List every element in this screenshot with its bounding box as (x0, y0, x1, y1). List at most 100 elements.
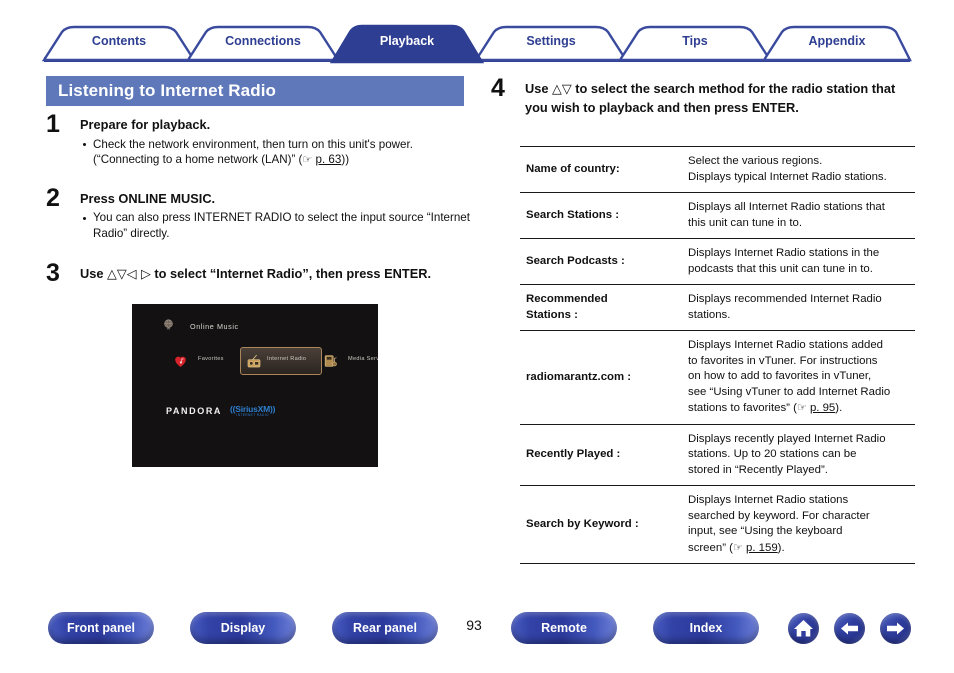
pointing-hand-icon: ☞ (302, 153, 313, 166)
step-4-heading: Use △▽ to select the search method for t… (525, 80, 903, 116)
page-number: 93 (466, 617, 482, 633)
media-server-icon (324, 355, 337, 367)
step-3-heading-a: Use (80, 266, 108, 281)
display-button[interactable]: Display (190, 612, 296, 644)
method-key-line: Stations : (526, 308, 578, 321)
method-key: Recommended Stations : (520, 284, 678, 331)
radio-icon (247, 354, 261, 368)
step-3-number: 3 (46, 259, 60, 287)
table-row: Recently Played : Displays recently play… (520, 423, 915, 486)
method-key: Recently Played : (520, 423, 678, 486)
tab-playback[interactable]: Playback (380, 34, 434, 48)
tab-settings[interactable]: Settings (526, 34, 575, 48)
table-row: radiomarantz.com : Displays Internet Rad… (520, 330, 915, 425)
step-2: 2 Press ONLINE MUSIC. You can also press… (40, 184, 470, 242)
step-3: 3 Use △▽◁ ▷ to select “Internet Radio”, … (40, 259, 470, 287)
siriusxm-logo[interactable]: ((SiriusXM)) INTERNET RADIO (230, 404, 275, 417)
desc-line: to favorites in vTuner. For instructions (688, 354, 878, 367)
desc-line: input, see “Using the keyboard (688, 525, 843, 537)
left-column: 1 Prepare for playback. Check the networ… (40, 110, 470, 298)
table-row: Search by Keyword : Displays Internet Ra… (520, 485, 915, 564)
step-4-number: 4 (491, 74, 505, 102)
method-key: Search Stations : (520, 192, 678, 239)
osd-item-media-server[interactable]: Media Server (318, 348, 378, 374)
remote-button[interactable]: Remote (511, 612, 617, 644)
osd-item-label: Internet Radio (267, 356, 307, 362)
index-button[interactable]: Index (653, 612, 759, 644)
method-key: Search Podcasts : (520, 238, 678, 285)
tab-appendix[interactable]: Appendix (809, 34, 866, 48)
desc-line: see “Using vTuner to add Internet Radio (688, 385, 891, 398)
desc-line: Displays all Internet Radio stations tha… (688, 201, 885, 213)
step-4-heading-b: to select the search method for the radi… (525, 81, 896, 115)
step-3-heading-b: to select “Internet Radio”, then press E… (150, 266, 432, 281)
method-desc: Displays recently played Internet Radio … (678, 423, 915, 486)
step-3-heading: Use △▽◁ ▷ to select “Internet Radio”, th… (80, 265, 470, 284)
osd-item-internet-radio[interactable]: Internet Radio (240, 347, 322, 375)
home-button[interactable] (788, 613, 819, 644)
right-column: 4 Use △▽ to select the search method for… (485, 74, 925, 564)
dpad-arrows-icon: △▽◁ ▷ (107, 267, 151, 282)
updown-arrows-icon: △▽ (552, 82, 572, 97)
desc-line: Select the various regions. (688, 155, 823, 167)
desc-line: Displays recommended Internet Radio (688, 293, 882, 305)
home-icon (794, 620, 813, 637)
tab-bar-shapes (41, 24, 912, 64)
forward-button[interactable] (880, 613, 911, 644)
step-1-heading: Prepare for playback. (80, 117, 211, 132)
desc-line: Displays typical Internet Radio stations… (688, 170, 887, 183)
siriusxm-tagline: INTERNET RADIO (236, 413, 269, 417)
method-desc: Displays all Internet Radio stations tha… (678, 192, 915, 239)
desc-line: podcasts that this unit can tune in to. (688, 262, 873, 275)
top-tab-bar: Contents Connections Playback Settings T… (0, 0, 954, 66)
method-key: radiomarantz.com : (520, 330, 678, 425)
step-2-heading: Press ONLINE MUSIC. (80, 190, 216, 206)
method-desc: Select the various regions. Displays typ… (678, 146, 915, 193)
page-ref-post: )) (341, 153, 350, 166)
table-row: Recommended Stations : Displays recommen… (520, 284, 915, 331)
page-ref-post: ). (777, 541, 785, 554)
bullet-text: You can also press INTERNET RADIO to sel… (93, 211, 470, 240)
method-key-line: Recommended (526, 293, 608, 305)
desc-line-with-ref: stations to favorites” (☞ p. 95). (688, 400, 911, 417)
arrow-right-icon (887, 622, 904, 635)
rear-panel-button[interactable]: Rear panel (332, 612, 438, 644)
table-row: Search Podcasts : Displays Internet Radi… (520, 238, 915, 285)
back-button[interactable] (834, 613, 865, 644)
tab-tips[interactable]: Tips (682, 34, 707, 48)
front-panel-button[interactable]: Front panel (48, 612, 154, 644)
page-ref-number[interactable]: p. 95 (810, 402, 835, 414)
desc-line: stations. Up to 20 stations can be (688, 448, 857, 460)
page-reference[interactable]: ☞ p. 95). (797, 401, 842, 414)
step-2-number: 2 (46, 183, 60, 212)
page-title: Listening to Internet Radio (46, 76, 464, 106)
page-ref-number[interactable]: p. 159 (746, 542, 778, 554)
osd-item-label: Media Server (348, 356, 378, 362)
desc-line: on how to add to favorites in vTuner, (688, 370, 872, 382)
step-1: 1 Prepare for playback. Check the networ… (40, 110, 470, 168)
step-1-bullets: Check the network environment, then turn… (80, 137, 470, 168)
step-4-heading-a: Use (525, 81, 553, 96)
pandora-logo[interactable]: PANDORA (166, 406, 222, 416)
desc-line: stations to favorites” ( (688, 402, 797, 414)
tab-contents[interactable]: Contents (92, 34, 146, 48)
list-item: You can also press INTERNET RADIO to sel… (80, 210, 470, 241)
tab-connections[interactable]: Connections (225, 34, 301, 48)
globe-icon (164, 319, 173, 330)
footer-nav: Front panel Display Rear panel 93 Remote… (0, 612, 954, 673)
method-desc: Displays Internet Radio stations in the … (678, 238, 915, 285)
method-desc: Displays recommended Internet Radio stat… (678, 284, 915, 331)
page-ref-number[interactable]: p. 63 (316, 153, 342, 166)
desc-line: stations. (688, 308, 731, 321)
desc-line: Displays Internet Radio stations in the (688, 247, 880, 259)
list-item: Check the network environment, then turn… (80, 137, 470, 168)
step-4: 4 Use △▽ to select the search method for… (485, 74, 925, 116)
search-method-table: Name of country: Select the various regi… (520, 146, 915, 564)
osd-item-label: Favorites (198, 356, 224, 362)
bullet-text: Check the network environment, then turn… (93, 137, 413, 167)
desc-line: this unit can tune in to. (688, 216, 802, 229)
table-row: Search Stations : Displays all Internet … (520, 192, 915, 239)
page-reference[interactable]: ☞ p. 159). (733, 541, 785, 554)
osd-item-favorites[interactable]: Favorites (168, 348, 244, 374)
page-reference[interactable]: ☞ p. 63)) (302, 153, 349, 166)
